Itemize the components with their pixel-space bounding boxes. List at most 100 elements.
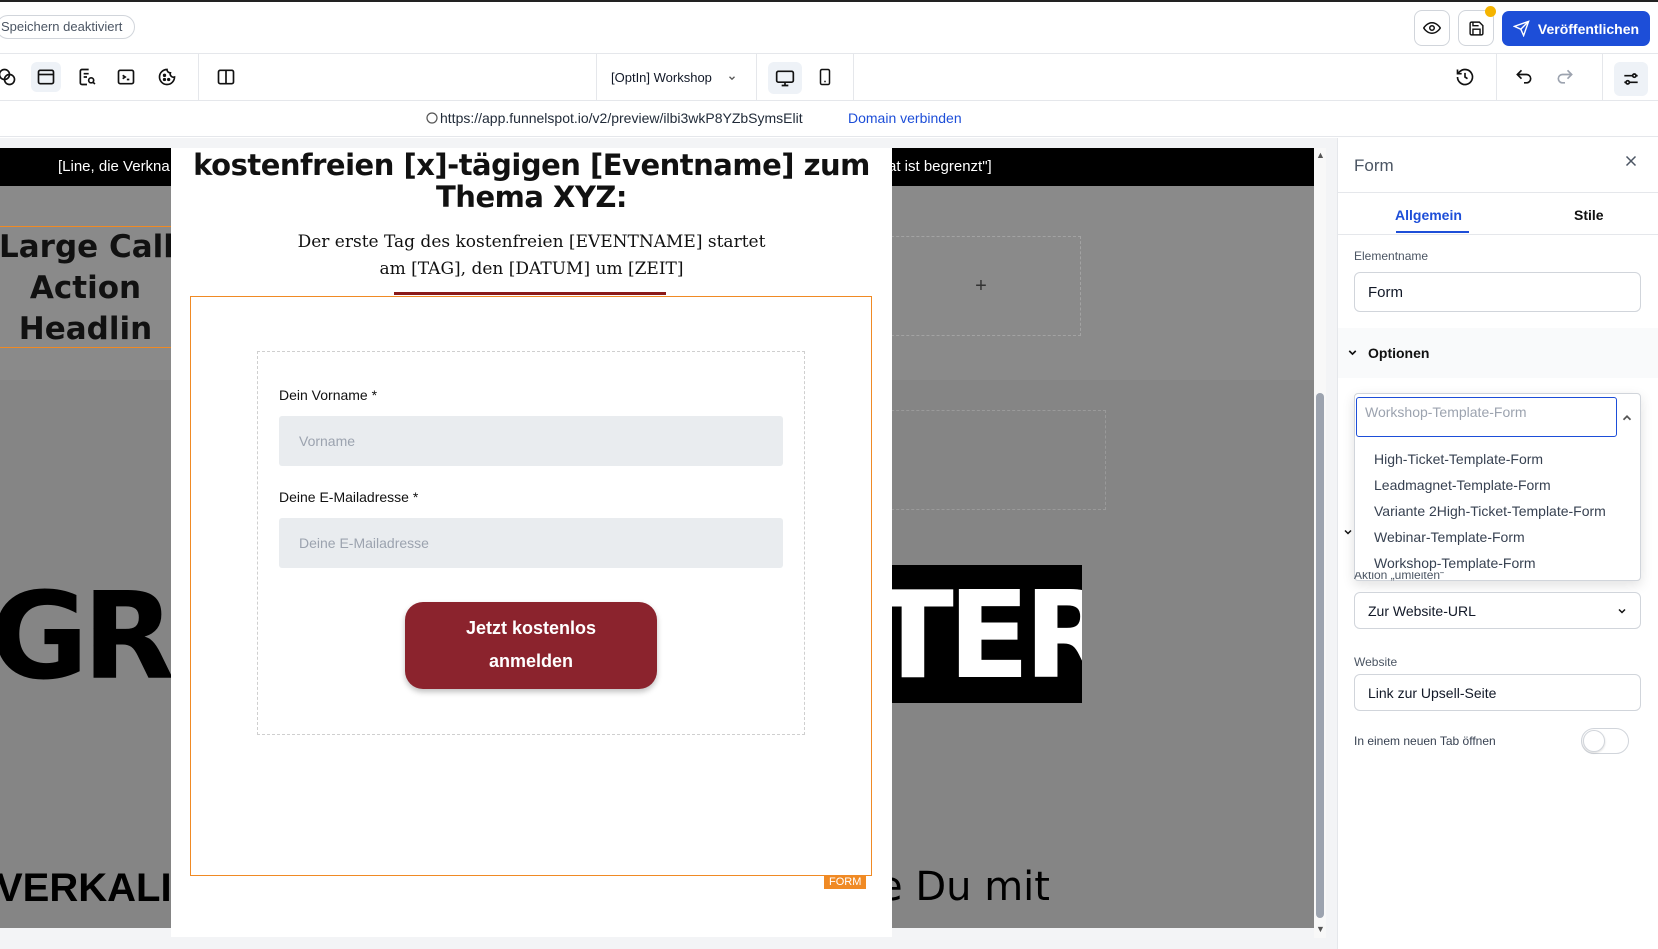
history-button[interactable] [1450, 62, 1480, 92]
connect-domain-link[interactable]: Domain verbinden [848, 110, 962, 126]
popup-subtitle-line: am [TAG], den [DATUM] um [ZEIT] [379, 259, 684, 279]
close-icon [1625, 155, 1637, 167]
action-select[interactable]: Zur Website-URL [1354, 592, 1641, 629]
settings-panel-toggle[interactable] [1614, 62, 1648, 96]
columns-tool[interactable] [211, 62, 241, 92]
chevron-down-icon [1348, 350, 1357, 356]
element-name-input[interactable]: Form [1354, 272, 1641, 312]
page-selector[interactable]: [OptIn] Workshop [596, 54, 757, 101]
chevron-down-icon [1344, 529, 1352, 535]
tab-stile[interactable]: Stile [1574, 207, 1604, 223]
signup-submit-button[interactable]: Jetzt kostenlos anmelden [405, 602, 657, 689]
toggle-knob [1583, 730, 1605, 752]
smartphone-icon [819, 68, 831, 86]
unsaved-changes-dot [1485, 6, 1496, 17]
firstname-label: Dein Vorname * [279, 387, 378, 403]
form-option[interactable]: Workshop-Template-Form [1374, 555, 1536, 571]
form-option[interactable]: Leadmagnet-Template-Form [1374, 477, 1551, 493]
redo-button[interactable] [1550, 62, 1580, 92]
sliders-icon [1624, 73, 1638, 85]
popup-title: kostenfreien [x]-tägigen [Eventname] zum… [171, 149, 892, 213]
panel-divider [1338, 192, 1658, 193]
page-selector-value: [OptIn] Workshop [611, 70, 712, 85]
form-option[interactable]: Webinar-Template-Form [1374, 529, 1525, 545]
form-element-tag: FORM [824, 875, 867, 889]
preview-url[interactable]: https://app.funnelspot.io/v2/preview/ilb… [440, 110, 803, 126]
columns-icon [217, 69, 235, 85]
terminal-icon [117, 69, 135, 85]
monitor-icon [775, 70, 795, 87]
bottom-text-right: e Du mit [878, 864, 1050, 910]
chevron-down-icon [1618, 608, 1626, 614]
action-label: Aktion „umleiten“ [1354, 572, 1445, 582]
eye-icon [1423, 21, 1441, 35]
new-tab-toggle[interactable] [1581, 728, 1629, 754]
action-select-value: Zur Website-URL [1368, 602, 1476, 619]
layout-icon [37, 69, 55, 85]
layers-tool[interactable] [0, 62, 22, 92]
redo-icon [1557, 69, 1573, 84]
desktop-view-button[interactable] [768, 62, 802, 94]
big-headline-right: TER [880, 567, 1082, 703]
email-label: Deine E-Mailadresse * [279, 489, 419, 505]
toolbar-divider [1602, 54, 1603, 101]
cta-headline-box[interactable]: Large Call Action Headlin [0, 226, 174, 348]
send-icon [1512, 20, 1530, 37]
cta-headline-line: Action [29, 270, 142, 306]
preview-url-bar [0, 101, 1658, 137]
empty-column-placeholder[interactable] [881, 410, 1106, 510]
add-element-placeholder[interactable]: + [881, 236, 1081, 336]
code-tool[interactable] [111, 62, 141, 92]
chevron-up-icon[interactable] [1620, 411, 1634, 425]
page-search-tool[interactable] [72, 62, 102, 92]
bottom-text-left: VERKALI [0, 866, 172, 910]
announcement-text-left: [Line, die Verkna [58, 158, 170, 175]
form-option[interactable]: High-Ticket-Template-Form [1374, 451, 1543, 467]
new-tab-label: In einem neuen Tab öffnen [1354, 734, 1496, 748]
popup-subtitle: Der erste Tag des kostenfreien [EVENTNAM… [171, 229, 892, 283]
cookie-icon [158, 68, 176, 86]
preview-button[interactable] [1414, 10, 1450, 46]
form-option[interactable]: Variante 2High-Ticket-Template-Form [1374, 503, 1606, 519]
cta-headline-line: Headlin [18, 311, 153, 347]
layers-icon [0, 68, 16, 86]
big-headline-right-box: TER [880, 565, 1082, 703]
undo-button[interactable] [1509, 62, 1539, 92]
scroll-down-icon[interactable]: ▼ [1316, 924, 1325, 934]
autosave-status-badge: Speichern deaktiviert [0, 15, 136, 39]
history-icon [1456, 68, 1474, 86]
plus-icon: + [975, 274, 987, 297]
file-search-icon [79, 68, 96, 86]
publish-label: Veröffentlichen [1537, 20, 1640, 37]
popup-title-line: Thema XYZ: [436, 180, 627, 214]
cta-headline-line: Large Call [0, 229, 174, 265]
element-name-label: Elementname [1354, 249, 1429, 263]
popup-title-line: kostenfreien [x]-tägigen [Eventname] zum [193, 148, 870, 182]
subtitle-underline [394, 292, 666, 295]
tabs-divider [1338, 234, 1658, 235]
email-input[interactable]: Deine E-Mailadresse [279, 518, 783, 568]
top-bar [0, 0, 1658, 54]
save-icon [1468, 20, 1484, 36]
cookie-tool[interactable] [152, 62, 182, 92]
toolbar-divider [853, 54, 854, 101]
submit-label-line: anmelden [488, 651, 574, 671]
tab-allgemein[interactable]: Allgemein [1395, 207, 1462, 223]
toolbar-divider [1496, 54, 1497, 101]
website-input[interactable]: Link zur Upsell-Seite [1354, 674, 1641, 711]
panel-title: Form [1354, 156, 1394, 175]
popup-subtitle-line: Der erste Tag des kostenfreien [EVENTNAM… [297, 232, 766, 252]
submit-label-line: Jetzt kostenlos [465, 618, 597, 638]
close-panel-button[interactable] [1622, 152, 1640, 175]
scroll-up-icon[interactable]: ▲ [1316, 150, 1325, 160]
mobile-view-button[interactable] [810, 62, 840, 92]
globe-status-icon [426, 112, 438, 124]
chevron-down-icon [729, 76, 735, 81]
sections-tool[interactable] [31, 62, 61, 92]
canvas-scrollbar-thumb[interactable] [1316, 393, 1324, 918]
form-select-input[interactable]: Workshop-Template-Form [1356, 397, 1617, 437]
firstname-input[interactable]: Vorname [279, 416, 783, 466]
options-header-label: Optionen [1368, 345, 1430, 361]
publish-button[interactable]: Veröffentlichen [1502, 11, 1650, 46]
undo-icon [1516, 69, 1532, 84]
